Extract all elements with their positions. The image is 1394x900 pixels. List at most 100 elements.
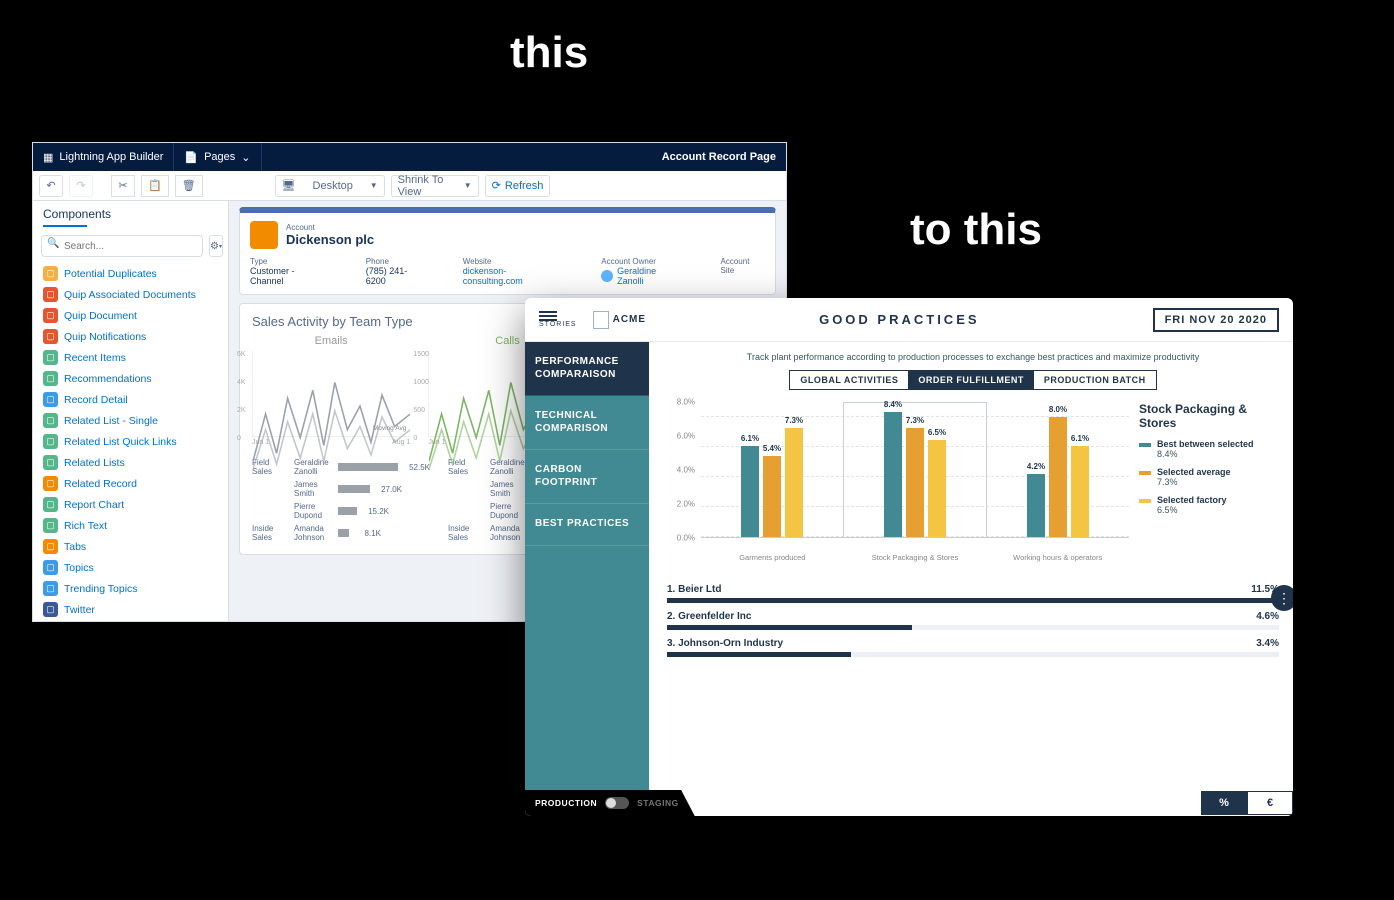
gear-icon: ⚙ bbox=[210, 241, 219, 252]
unit-toggle: % € bbox=[1201, 791, 1293, 815]
segment-tabs: GLOBAL ACTIVITIESORDER FULFILLMENTPRODUC… bbox=[789, 370, 1156, 390]
component-icon: ▢ bbox=[43, 539, 58, 554]
component-item[interactable]: ▢Related Lists bbox=[41, 452, 220, 473]
tab[interactable]: ORDER FULFILLMENT bbox=[908, 371, 1034, 389]
component-icon: ▢ bbox=[43, 413, 58, 428]
brand-logo[interactable]: ACME bbox=[593, 311, 646, 329]
rank-row: Inside SalesAmanda Johnson8.1K bbox=[252, 522, 430, 544]
pages-dropdown[interactable]: 📄 Pages ⌄ bbox=[174, 143, 261, 171]
avatar bbox=[601, 270, 613, 282]
bar-chart: 8.0%6.0%4.0%2.0%0.0%6.1%5.4%7.3%8.4%7.3%… bbox=[667, 402, 1129, 562]
bar: 5.4% bbox=[763, 456, 781, 537]
heading-this: this bbox=[510, 28, 588, 78]
components-panel: Components ⚙▾ ▢Potential Duplicates▢Quip… bbox=[33, 201, 229, 621]
tab[interactable]: PRODUCTION BATCH bbox=[1034, 371, 1156, 389]
refresh-icon: ⟳ bbox=[492, 179, 501, 192]
refresh-button[interactable]: ⟳ Refresh bbox=[485, 175, 551, 197]
component-item[interactable]: ▢Related List Quick Links bbox=[41, 431, 220, 452]
app-name[interactable]: ▦ Lightning App Builder bbox=[33, 143, 174, 171]
acme-dashboard: STORIES ACME GOOD PRACTICES FRI NOV 20 2… bbox=[525, 298, 1293, 816]
component-item[interactable]: ▢Rich Text bbox=[41, 515, 220, 536]
component-icon: ▢ bbox=[43, 287, 58, 302]
more-actions-button[interactable]: ⋮ bbox=[1271, 585, 1293, 611]
component-icon: ▢ bbox=[43, 350, 58, 365]
sidebar-item[interactable]: PERFORMANCE COMPARAISON bbox=[525, 342, 649, 396]
account-card[interactable]: Account Dickenson plc TypeCustomer - Cha… bbox=[239, 207, 776, 295]
header: STORIES ACME GOOD PRACTICES FRI NOV 20 2… bbox=[525, 298, 1293, 342]
env-toggle[interactable]: PRODUCTION STAGING bbox=[525, 790, 695, 816]
component-item[interactable]: ▢Related List - Single bbox=[41, 410, 220, 431]
owner-link[interactable]: Geraldine Zanolli bbox=[617, 266, 684, 286]
sidebar-item[interactable]: CARBON FOOTPRINT bbox=[525, 450, 649, 504]
legend-item: Selected average7.3% bbox=[1139, 467, 1279, 487]
toolbar: ↶ ↷ ✂ 📋 🗑 🖥Desktop▼ Shrink To View▼ ⟳ Re… bbox=[33, 171, 786, 201]
bar: 4.2% bbox=[1027, 474, 1045, 537]
app-icon: ▦ bbox=[43, 151, 53, 164]
settings-button[interactable]: ⚙▾ bbox=[209, 235, 223, 257]
tab[interactable]: GLOBAL ACTIVITIES bbox=[790, 371, 908, 389]
component-item[interactable]: ▢Potential Duplicates bbox=[41, 263, 220, 284]
delete-button[interactable]: 🗑 bbox=[175, 175, 203, 197]
ranking-row[interactable]: 2. Greenfelder Inc4.6% bbox=[667, 607, 1279, 634]
page-title: GOOD PRACTICES bbox=[656, 312, 1143, 327]
main-content: Track plant performance according to pro… bbox=[649, 342, 1293, 790]
component-icon: ▢ bbox=[43, 560, 58, 575]
date-display[interactable]: FRI NOV 20 2020 bbox=[1153, 308, 1279, 332]
titlebar: ▦ Lightning App Builder 📄 Pages ⌄ Accoun… bbox=[33, 143, 786, 171]
toggle-switch[interactable] bbox=[605, 797, 629, 809]
component-icon: ▢ bbox=[43, 434, 58, 449]
legend-item: Best between selected8.4% bbox=[1139, 439, 1279, 459]
component-icon: ▢ bbox=[43, 581, 58, 596]
bar: 7.3% bbox=[785, 428, 803, 538]
legend-swatch bbox=[1139, 443, 1151, 447]
bar-group[interactable]: 4.2%8.0%6.1% bbox=[987, 402, 1129, 537]
hamburger-icon bbox=[539, 311, 577, 321]
component-item[interactable]: ▢Related Record bbox=[41, 473, 220, 494]
component-item[interactable]: ▢Quip Notifications bbox=[41, 326, 220, 347]
stories-menu[interactable]: STORIES bbox=[539, 311, 577, 328]
component-item[interactable]: ▢Report Chart bbox=[41, 494, 220, 515]
logo-icon bbox=[593, 311, 609, 329]
tagline: Track plant performance according to pro… bbox=[667, 352, 1279, 362]
ranking-row[interactable]: 1. Beier Ltd11.5% bbox=[667, 580, 1279, 607]
component-search-input[interactable] bbox=[41, 235, 203, 257]
page-icon: 📄 bbox=[184, 151, 198, 164]
legend-title: Stock Packaging & Stores bbox=[1139, 402, 1279, 431]
bar-group[interactable]: 6.1%5.4%7.3% bbox=[701, 402, 843, 537]
footer: PRODUCTION STAGING % € bbox=[525, 790, 1293, 816]
sidebar: PERFORMANCE COMPARAISONTECHNICAL COMPARI… bbox=[525, 342, 649, 790]
component-item[interactable]: ▢Quip Associated Documents bbox=[41, 284, 220, 305]
component-item[interactable]: ▢Trending Topics bbox=[41, 578, 220, 599]
component-item[interactable]: ▢Tabs bbox=[41, 536, 220, 557]
component-icon: ▢ bbox=[43, 266, 58, 281]
undo-button[interactable]: ↶ bbox=[39, 175, 63, 197]
device-dropdown[interactable]: 🖥Desktop▼ bbox=[275, 175, 385, 197]
account-name: Dickenson plc bbox=[286, 232, 374, 247]
copy-button[interactable]: 📋 bbox=[141, 175, 169, 197]
component-item[interactable]: ▢Quip Document bbox=[41, 305, 220, 326]
cut-button[interactable]: ✂ bbox=[111, 175, 135, 197]
sidebar-item[interactable]: BEST PRACTICES bbox=[525, 504, 649, 546]
redo-button[interactable]: ↷ bbox=[69, 175, 93, 197]
bar-group[interactable]: 8.4%7.3%6.5% bbox=[843, 402, 987, 537]
unit-euro[interactable]: € bbox=[1247, 791, 1293, 815]
bar: 7.3% bbox=[906, 428, 924, 537]
chevron-down-icon: ⌄ bbox=[241, 151, 250, 164]
page-title: Account Record Page bbox=[652, 143, 786, 171]
mini-chart: Emails6K4K2K0Moving AvgJun 1Aug 1 bbox=[252, 335, 410, 446]
website-link[interactable]: dickenson-consulting.com bbox=[463, 266, 566, 286]
component-item[interactable]: ▢Recent Items bbox=[41, 347, 220, 368]
component-icon: ▢ bbox=[43, 371, 58, 386]
ranking-row[interactable]: 3. Johnson-Orn Industry3.4% bbox=[667, 634, 1279, 661]
bar: 6.5% bbox=[928, 440, 946, 537]
component-item[interactable]: ▢Recommendations bbox=[41, 368, 220, 389]
component-icon: ▢ bbox=[43, 602, 58, 617]
component-item[interactable]: ▢Twitter bbox=[41, 599, 220, 620]
component-item[interactable]: ▢Topics bbox=[41, 557, 220, 578]
zoom-dropdown[interactable]: Shrink To View▼ bbox=[391, 175, 479, 197]
component-item[interactable]: ▢Record Detail bbox=[41, 389, 220, 410]
legend-item: Selected factory6.5% bbox=[1139, 495, 1279, 515]
sidebar-item[interactable]: TECHNICAL COMPARISON bbox=[525, 396, 649, 450]
component-icon: ▢ bbox=[43, 392, 58, 407]
unit-percent[interactable]: % bbox=[1201, 791, 1247, 815]
